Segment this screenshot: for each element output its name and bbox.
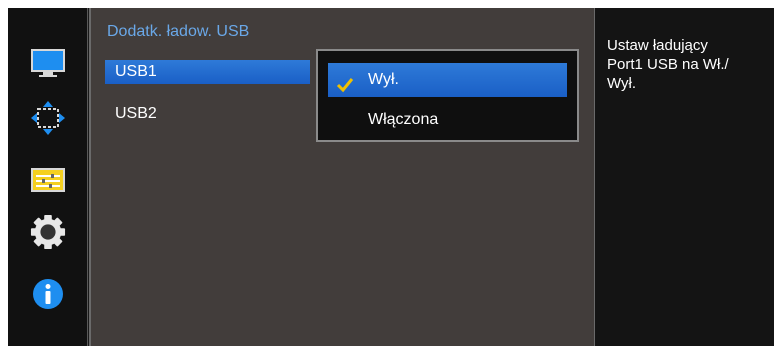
- sidebar: [8, 8, 88, 346]
- option-dropdown: Wył. Włączona: [316, 49, 579, 142]
- info-icon[interactable]: [30, 276, 66, 312]
- option-off[interactable]: Wył.: [328, 63, 567, 97]
- checkmark-icon: [336, 72, 354, 106]
- resize-arrows-icon[interactable]: [30, 100, 66, 136]
- menu-title: Dodatk. ładow. USB: [107, 23, 250, 40]
- monitor-icon[interactable]: [30, 46, 66, 82]
- gear-icon[interactable]: [30, 214, 66, 250]
- option-label: Wył.: [368, 71, 399, 88]
- option-on[interactable]: Włączona: [328, 103, 567, 137]
- help-text: Ustaw ładujący Port1 USB na Wł./ Wył.: [594, 8, 774, 346]
- option-label: Włączona: [368, 111, 439, 128]
- menu-item-usb1[interactable]: USB1: [105, 60, 310, 84]
- menu-item-usb2[interactable]: USB2: [105, 102, 310, 126]
- settings-sliders-icon[interactable]: [30, 162, 66, 198]
